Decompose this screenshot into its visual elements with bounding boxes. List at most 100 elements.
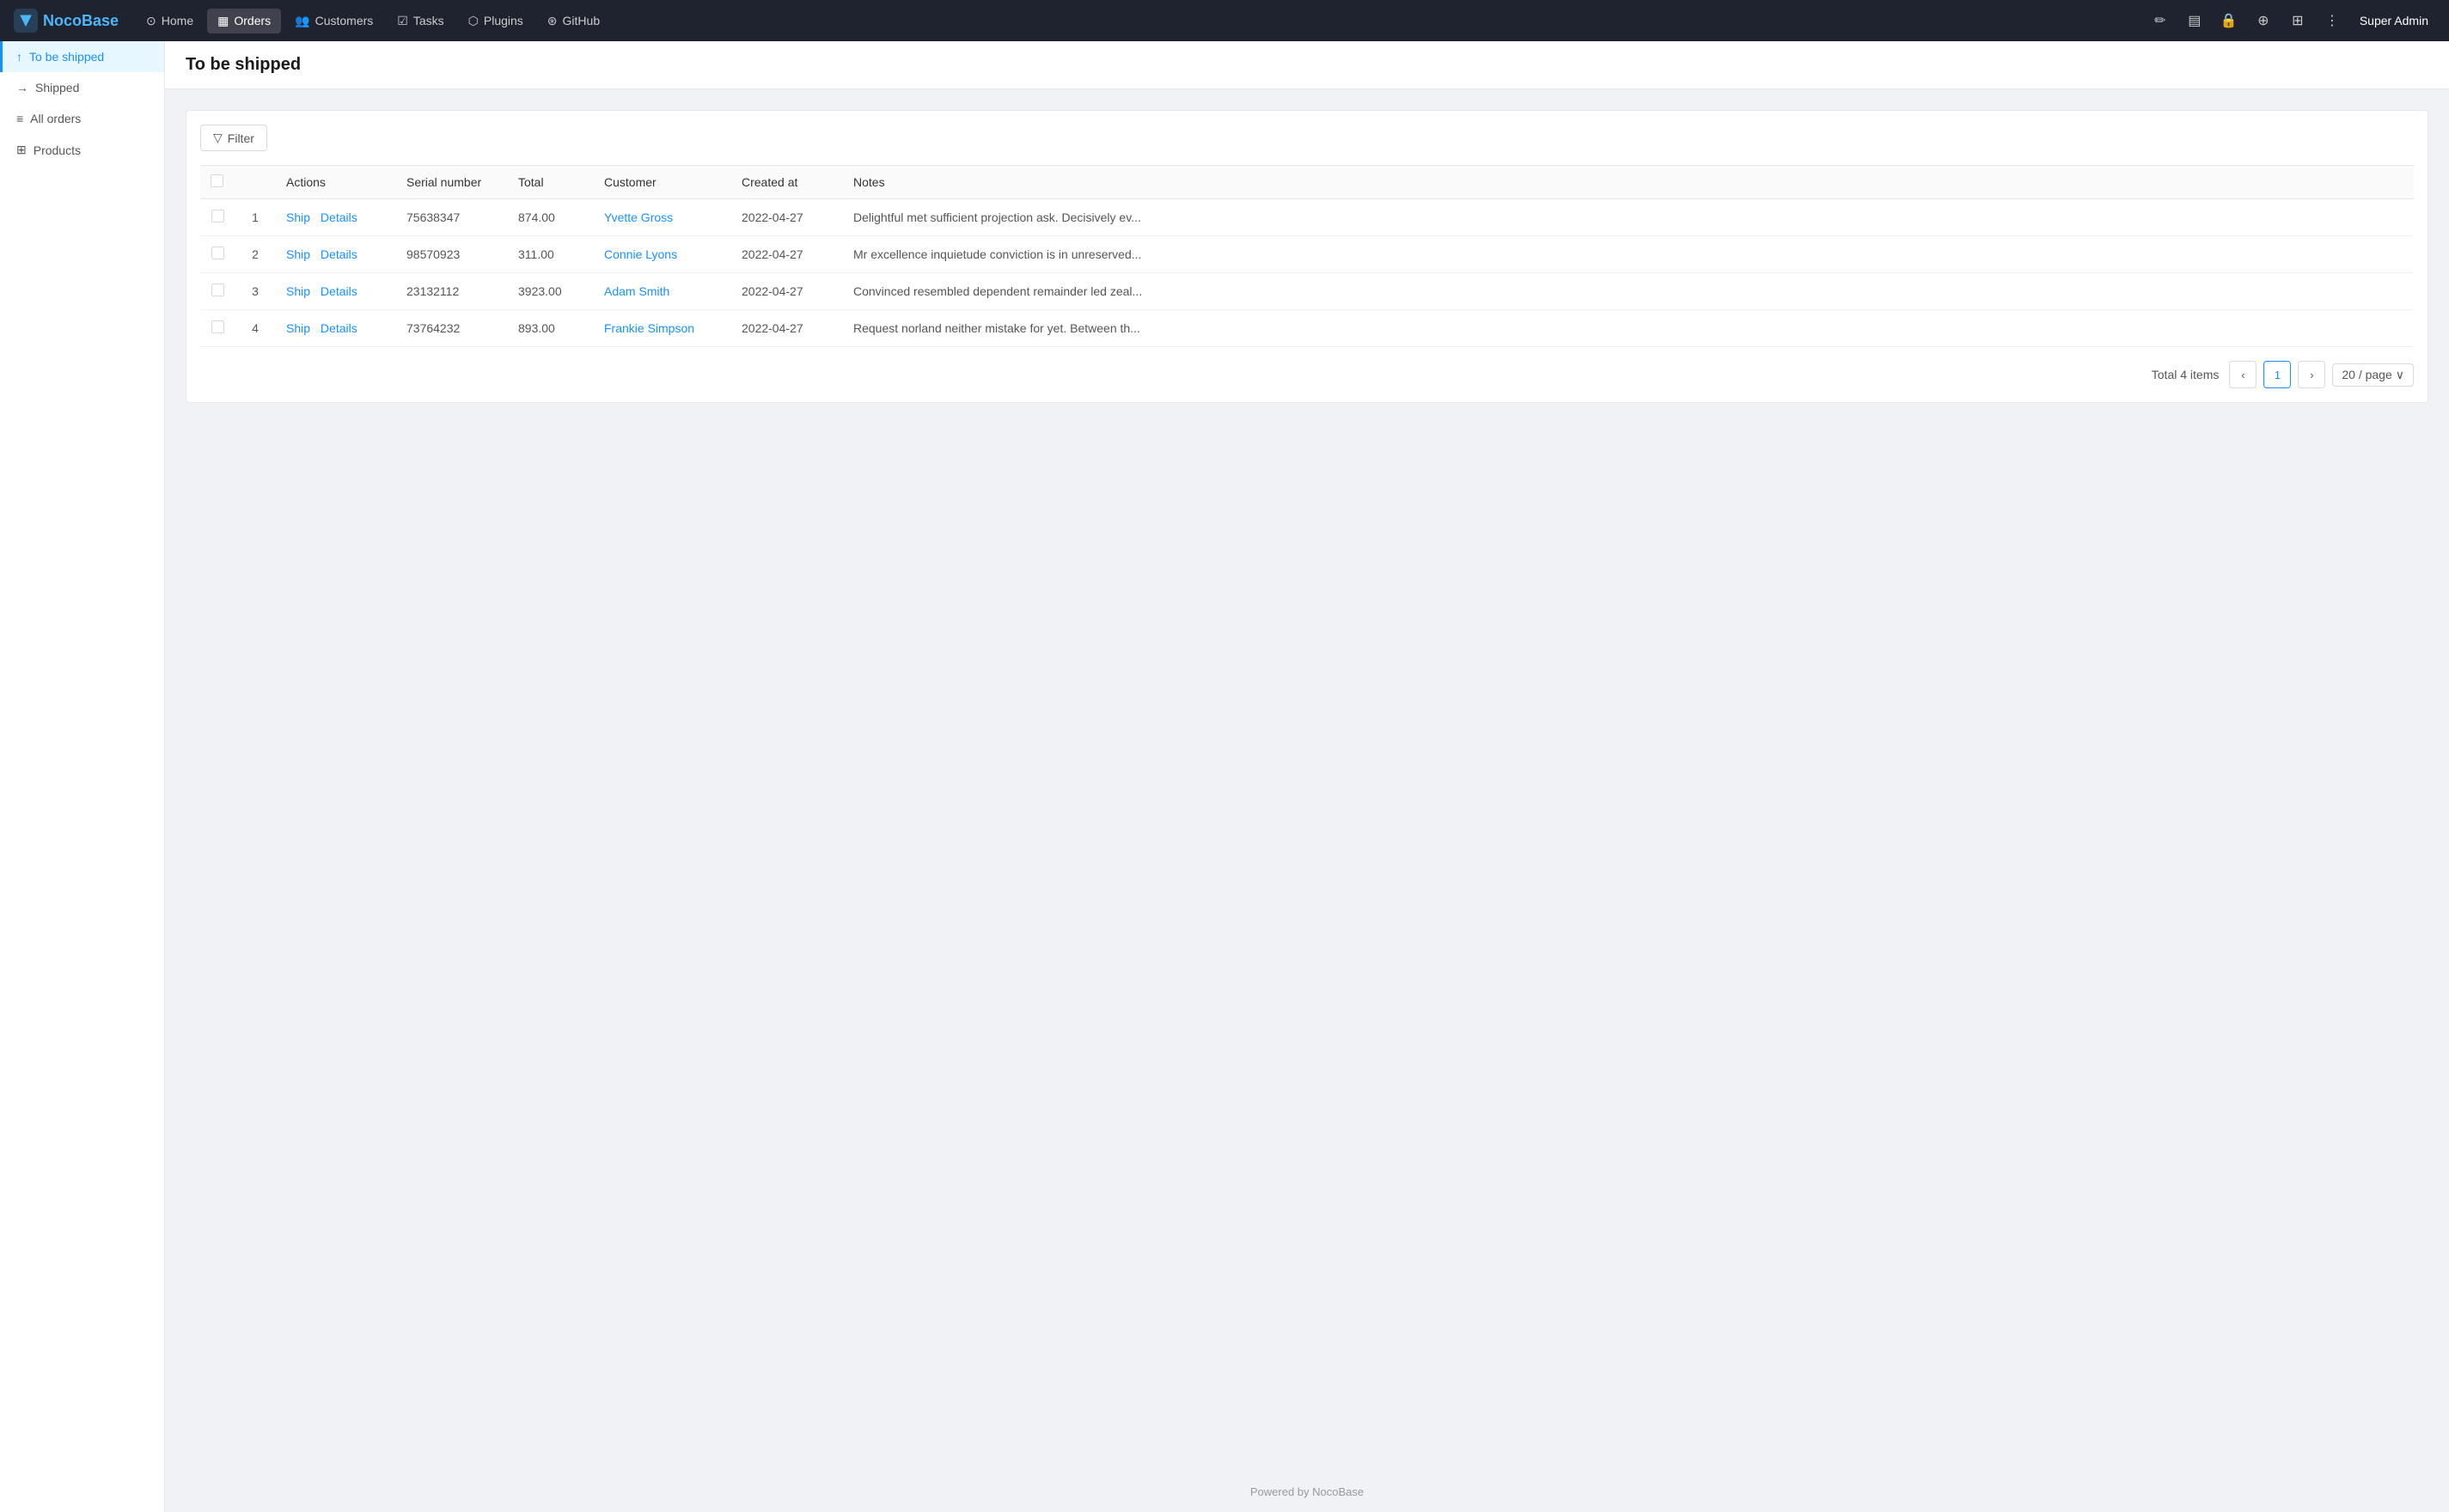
nav-github[interactable]: ⊛ GitHub (537, 9, 610, 34)
row-number-header (235, 166, 276, 199)
sidebar-item-products[interactable]: ⊞ Products (0, 134, 164, 166)
row-customer: Frankie Simpson (594, 310, 731, 347)
row-number: 3 (235, 273, 276, 310)
pagination-total: Total 4 items (2152, 368, 2220, 381)
serial-number-header: Serial number (396, 166, 508, 199)
customer-link[interactable]: Connie Lyons (604, 247, 677, 261)
select-all-checkbox[interactable] (211, 174, 223, 187)
filter-button[interactable]: ▽ Filter (200, 125, 267, 151)
row-checkbox-cell[interactable] (200, 199, 235, 236)
table-icon-btn[interactable]: ▤ (2181, 7, 2208, 34)
footer: Powered by NocoBase (165, 1472, 2449, 1512)
pagination-prev-button[interactable]: ‹ (2229, 361, 2257, 388)
row-number: 4 (235, 310, 276, 347)
sidebar: ↑ To be shipped → Shipped ≡ All orders ⊞… (0, 41, 165, 1512)
row-checkbox-cell[interactable] (200, 310, 235, 347)
row-actions: Ship Details (276, 199, 396, 236)
sidebar-item-shipped[interactable]: → Shipped (0, 72, 164, 103)
table-row: 4 Ship Details 73764232 893.00 Frankie S… (200, 310, 2414, 347)
pagination-page-1-button[interactable]: 1 (2263, 361, 2291, 388)
table-row: 2 Ship Details 98570923 311.00 Connie Ly… (200, 236, 2414, 273)
row-checkbox[interactable] (211, 210, 224, 223)
details-button[interactable]: Details (321, 247, 357, 261)
content-area: ▽ Filter Actions (165, 89, 2449, 1472)
select-all-header[interactable] (200, 166, 235, 199)
more-icon-btn[interactable]: ⋮ (2318, 7, 2346, 34)
row-notes: Delightful met sufficient projection ask… (843, 199, 2414, 236)
row-created-at: 2022-04-27 (731, 310, 843, 347)
details-button[interactable]: Details (321, 284, 357, 298)
table-body: 1 Ship Details 75638347 874.00 Yvette Gr… (200, 199, 2414, 347)
pagination-next-button[interactable]: › (2298, 361, 2325, 388)
row-checkbox[interactable] (211, 320, 224, 333)
row-notes: Request norland neither mistake for yet.… (843, 310, 2414, 347)
nav-tasks[interactable]: ☑ Tasks (387, 9, 454, 34)
nav-customers[interactable]: 👥 Customers (284, 9, 383, 34)
filter-bar: ▽ Filter (200, 125, 2414, 151)
row-serial: 73764232 (396, 310, 508, 347)
details-button[interactable]: Details (321, 210, 357, 224)
details-button[interactable]: Details (321, 321, 357, 335)
row-checkbox[interactable] (211, 284, 224, 296)
top-navigation: NocoBase ⊙ Home ▦ Orders 👥 Customers ☑ T… (0, 0, 2449, 41)
nav-orders[interactable]: ▦ Orders (207, 9, 281, 34)
row-checkbox-cell[interactable] (200, 236, 235, 273)
list-icon: ≡ (16, 112, 23, 125)
user-label[interactable]: Super Admin (2353, 10, 2435, 31)
pagination-bar: Total 4 items ‹ 1 › 20 / page ∨ (200, 361, 2414, 388)
pencil-icon-btn[interactable]: ✏ (2147, 7, 2174, 34)
arrow-right-icon: → (16, 81, 28, 94)
row-notes: Mr excellence inquietude conviction is i… (843, 236, 2414, 273)
ship-button[interactable]: Ship (286, 210, 310, 224)
tasks-icon: ☑ (397, 14, 408, 28)
row-created-at: 2022-04-27 (731, 199, 843, 236)
row-serial: 98570923 (396, 236, 508, 273)
row-checkbox-cell[interactable] (200, 273, 235, 310)
row-created-at: 2022-04-27 (731, 236, 843, 273)
page-size-selector[interactable]: 20 / page ∨ (2332, 363, 2414, 387)
row-actions: Ship Details (276, 310, 396, 347)
row-created-at: 2022-04-27 (731, 273, 843, 310)
customer-link[interactable]: Adam Smith (604, 284, 669, 298)
sidebar-item-all-orders[interactable]: ≡ All orders (0, 103, 164, 134)
chevron-down-icon: ∨ (2396, 368, 2404, 382)
table-row: 1 Ship Details 75638347 874.00 Yvette Gr… (200, 199, 2414, 236)
customer-link[interactable]: Frankie Simpson (604, 321, 694, 335)
row-serial: 75638347 (396, 199, 508, 236)
customers-icon: 👥 (295, 14, 309, 28)
nav-home[interactable]: ⊙ Home (136, 9, 204, 34)
customer-link[interactable]: Yvette Gross (604, 210, 673, 224)
ship-button[interactable]: Ship (286, 321, 310, 335)
sidebar-item-to-be-shipped[interactable]: ↑ To be shipped (0, 41, 164, 72)
orders-table: Actions Serial number Total Customer (200, 165, 2414, 347)
created-at-header: Created at (731, 166, 843, 199)
arrow-up-icon: ↑ (16, 50, 22, 64)
lock-icon-btn[interactable]: 🔒 (2215, 7, 2243, 34)
customer-header: Customer (594, 166, 731, 199)
table-row: 3 Ship Details 23132112 3923.00 Adam Smi… (200, 273, 2414, 310)
share-icon-btn[interactable]: ⊕ (2250, 7, 2277, 34)
ship-button[interactable]: Ship (286, 247, 310, 261)
nav-plugins[interactable]: ⬡ Plugins (458, 9, 534, 34)
github-icon: ⊛ (547, 14, 558, 28)
row-serial: 23132112 (396, 273, 508, 310)
logo[interactable]: NocoBase (14, 9, 119, 33)
topnav-right-actions: ✏ ▤ 🔒 ⊕ ⊞ ⋮ Super Admin (2147, 7, 2435, 34)
layout-icon-btn[interactable]: ⊞ (2284, 7, 2312, 34)
row-number: 1 (235, 199, 276, 236)
row-total: 874.00 (508, 199, 594, 236)
page-title: To be shipped (186, 55, 2428, 75)
content-card: ▽ Filter Actions (186, 110, 2428, 403)
row-total: 893.00 (508, 310, 594, 347)
row-checkbox[interactable] (211, 247, 224, 259)
plugins-icon: ⬡ (468, 14, 479, 28)
row-total: 3923.00 (508, 273, 594, 310)
actions-header: Actions (276, 166, 396, 199)
logo-text: NocoBase (43, 12, 119, 30)
orders-icon: ▦ (217, 14, 229, 28)
row-customer: Adam Smith (594, 273, 731, 310)
ship-button[interactable]: Ship (286, 284, 310, 298)
page-header: To be shipped (165, 41, 2449, 89)
row-number: 2 (235, 236, 276, 273)
home-icon: ⊙ (146, 14, 156, 28)
